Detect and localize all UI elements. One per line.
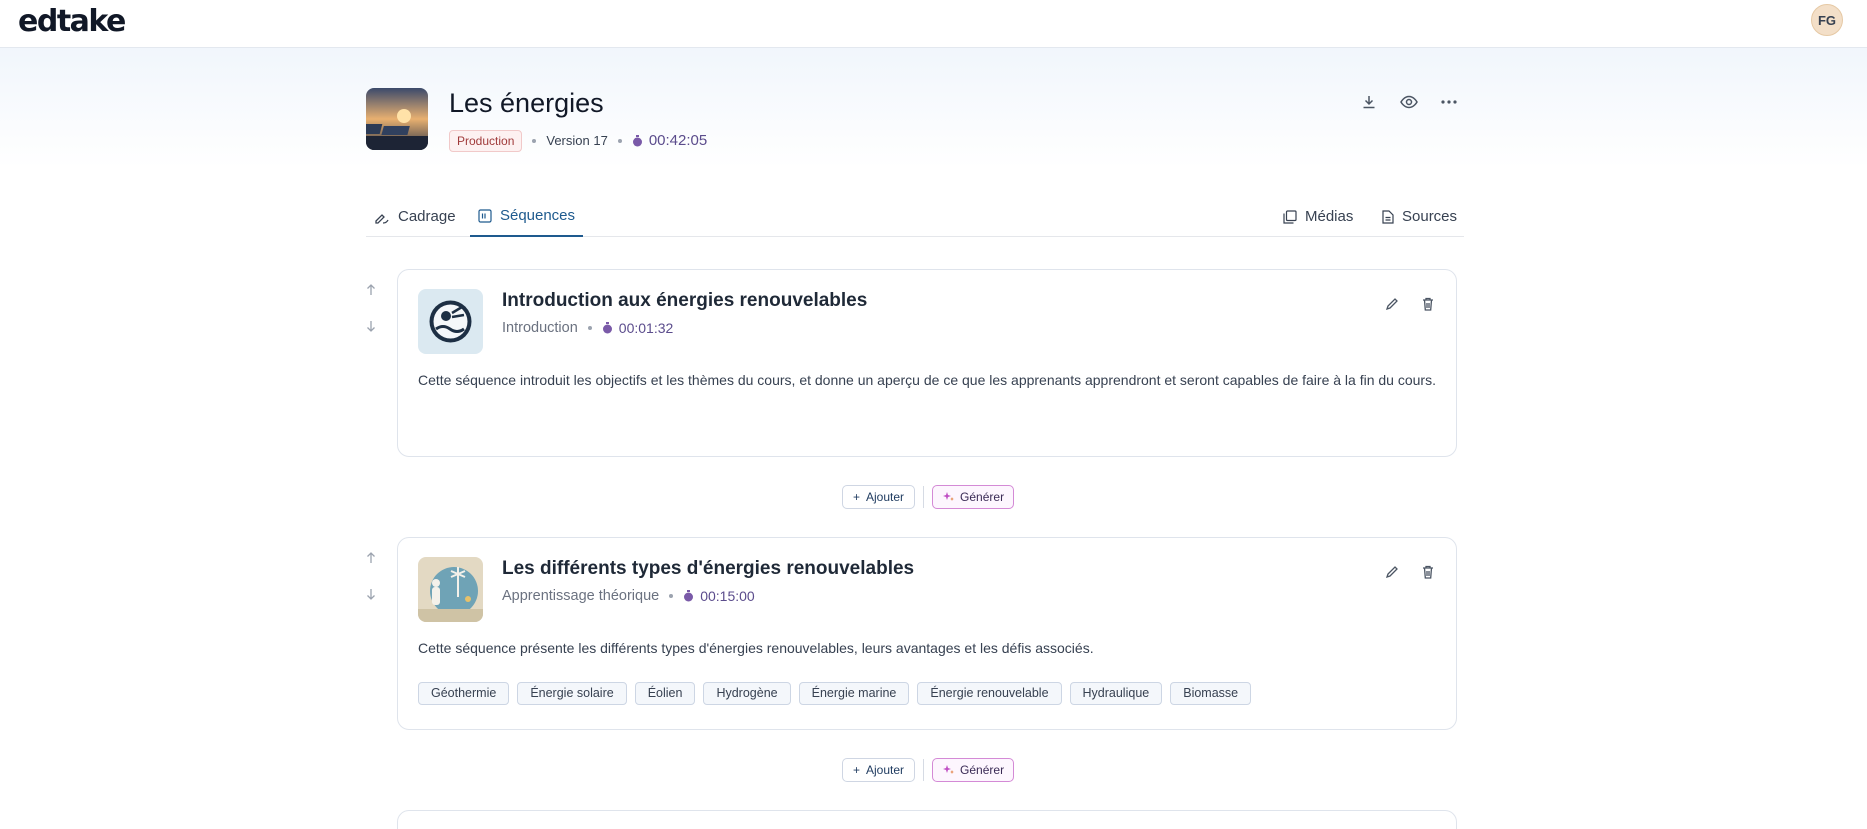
plus-icon: + xyxy=(853,490,861,504)
tag[interactable]: Énergie solaire xyxy=(517,682,627,705)
reorder-controls xyxy=(362,548,380,604)
user-avatar[interactable]: FG xyxy=(1811,4,1843,36)
top-bar: edtake FG xyxy=(0,0,1867,48)
tag[interactable]: Éolien xyxy=(634,682,696,705)
sequence-duration-value: 00:15:00 xyxy=(700,588,755,604)
document-icon xyxy=(1382,209,1394,224)
sequence-type: Apprentissage théorique xyxy=(502,588,660,604)
tag[interactable]: Biomasse xyxy=(1170,682,1252,705)
arrow-up-icon[interactable] xyxy=(362,548,380,568)
tab-cadrage[interactable]: Cadrage xyxy=(374,196,456,237)
tab-sources[interactable]: Sources xyxy=(1382,196,1457,237)
course-duration: 00:42:05 xyxy=(632,132,707,149)
course-thumbnail xyxy=(366,88,428,150)
sequence-description: Cette séquence introduit les objectifs e… xyxy=(418,372,1436,388)
stopwatch-icon xyxy=(632,134,642,146)
tab-cadrage-label: Cadrage xyxy=(398,208,456,225)
trash-icon[interactable] xyxy=(1416,560,1440,584)
eye-icon[interactable] xyxy=(1397,90,1421,114)
edit-icon[interactable] xyxy=(1380,292,1404,316)
tag-list: Géothermie Énergie solaire Éolien Hydrog… xyxy=(418,682,1252,705)
pencil-line-icon xyxy=(375,213,389,224)
course-tabs: Cadrage Séquences Médias Sources xyxy=(366,196,1464,237)
tag[interactable]: Géothermie xyxy=(418,682,510,705)
sequence-card-partial[interactable] xyxy=(397,810,1457,829)
tag[interactable]: Énergie marine xyxy=(798,682,910,705)
plus-icon: + xyxy=(853,763,861,777)
reorder-controls xyxy=(362,280,380,336)
sequence-meta: Introduction 00:01:32 xyxy=(502,320,673,336)
edit-icon[interactable] xyxy=(1380,560,1404,584)
sparkle-icon xyxy=(943,765,955,774)
status-badge: Production xyxy=(449,129,523,152)
generate-label: Générer xyxy=(960,763,1005,777)
app-logo[interactable]: edtake xyxy=(18,4,126,39)
trash-icon[interactable] xyxy=(1416,292,1440,316)
add-sequence-button[interactable]: + Ajouter xyxy=(842,758,916,782)
tab-sources-label: Sources xyxy=(1402,208,1458,225)
stopwatch-icon xyxy=(602,322,612,334)
course-actions xyxy=(1357,90,1461,114)
separator-dot xyxy=(532,138,537,143)
sparkle-icon xyxy=(943,492,955,501)
more-icon[interactable] xyxy=(1437,90,1461,114)
download-icon[interactable] xyxy=(1357,90,1381,114)
sequence-duration: 00:15:00 xyxy=(683,588,755,604)
tab-sequences[interactable]: Séquences xyxy=(470,196,583,237)
sequence-type: Introduction xyxy=(502,320,578,336)
sequence-duration-value: 00:01:32 xyxy=(618,320,674,336)
separator-dot xyxy=(617,138,622,143)
arrow-down-icon[interactable] xyxy=(362,584,380,604)
separator-dot xyxy=(587,326,592,330)
tab-medias-label: Médias xyxy=(1305,208,1354,225)
add-sequence-button[interactable]: + Ajouter xyxy=(842,485,916,509)
sequence-card[interactable]: Les différents types d'énergies renouvel… xyxy=(397,537,1457,730)
generate-sequence-button[interactable]: Générer xyxy=(932,758,1015,782)
arrow-up-icon[interactable] xyxy=(362,280,380,300)
sequence-meta: Apprentissage théorique 00:15:00 xyxy=(502,588,755,604)
tab-sequences-label: Séquences xyxy=(499,207,576,224)
tag[interactable]: Énergie renouvelable xyxy=(917,682,1062,705)
add-label: Ajouter xyxy=(866,490,905,504)
sequence-description: Cette séquence présente les différents t… xyxy=(418,640,1094,656)
generate-label: Générer xyxy=(960,490,1005,504)
stopwatch-icon xyxy=(684,590,694,602)
tab-medias[interactable]: Médias xyxy=(1283,196,1353,237)
insert-actions: + Ajouter Générer xyxy=(842,758,1015,782)
divider xyxy=(923,486,925,508)
list-box-icon xyxy=(478,208,492,223)
course-duration-value: 00:42:05 xyxy=(648,132,708,149)
sequence-duration: 00:01:32 xyxy=(602,320,674,336)
sequence-title: Introduction aux énergies renouvelables xyxy=(502,290,868,311)
sequence-actions xyxy=(1380,292,1440,316)
arrow-down-icon[interactable] xyxy=(362,316,380,336)
tag[interactable]: Hydrogène xyxy=(703,682,791,705)
sequence-title: Les différents types d'énergies renouvel… xyxy=(502,558,915,579)
sequence-thumbnail xyxy=(418,289,483,354)
separator-dot xyxy=(669,594,674,598)
tag[interactable]: Hydraulique xyxy=(1069,682,1163,705)
add-label: Ajouter xyxy=(866,763,905,777)
generate-sequence-button[interactable]: Générer xyxy=(932,485,1015,509)
course-header-bg xyxy=(0,48,1867,168)
gallery-icon xyxy=(1283,209,1297,224)
course-title: Les énergies xyxy=(449,88,604,118)
course-meta: Production Version 17 00:42:05 xyxy=(449,129,707,152)
sequence-card[interactable]: Introduction aux énergies renouvelables … xyxy=(397,269,1457,457)
divider xyxy=(923,759,925,781)
sequence-thumbnail xyxy=(418,557,483,622)
sequence-actions xyxy=(1380,560,1440,584)
version-label: Version 17 xyxy=(546,133,608,148)
insert-actions: + Ajouter Générer xyxy=(842,485,1015,509)
